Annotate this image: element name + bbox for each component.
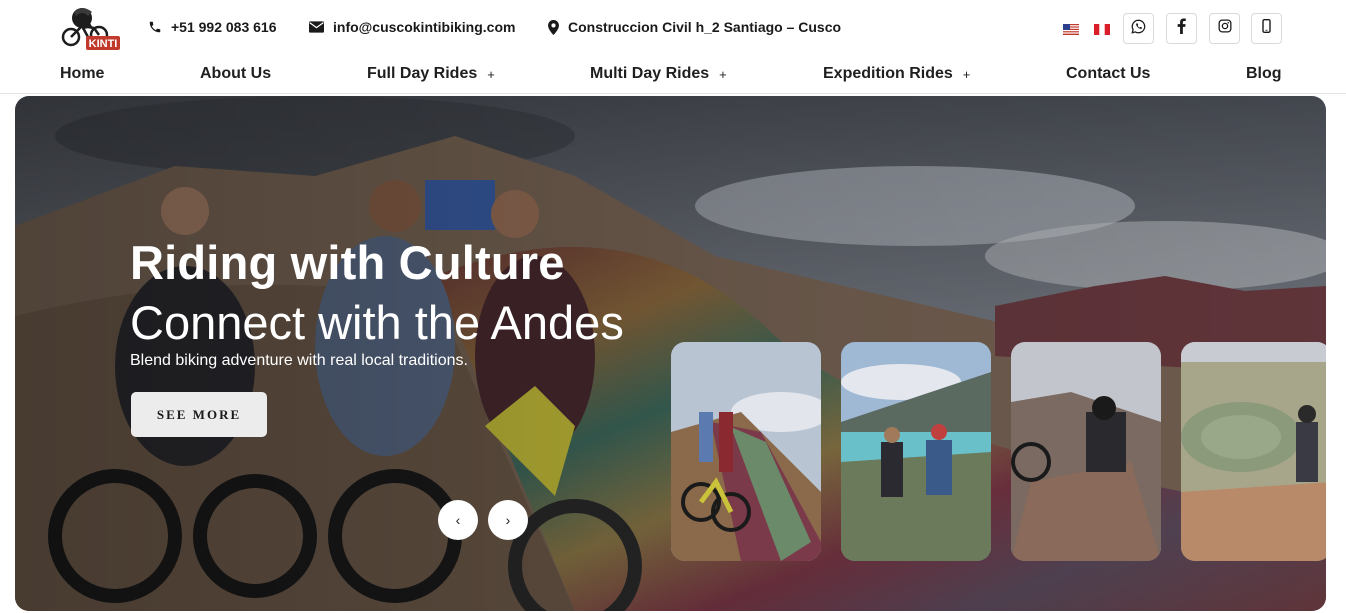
instagram-button[interactable] bbox=[1209, 13, 1240, 44]
top-bar: KINTI +51 992 083 616 info@cuscokintibik… bbox=[0, 0, 1346, 56]
header-address[interactable]: Construccion Civil h_2 Santiago – Cusco bbox=[548, 19, 841, 35]
slider-prev-button[interactable]: ‹ bbox=[438, 500, 478, 540]
email-address: info@cuscokintibiking.com bbox=[333, 19, 516, 35]
spanish-flag-icon[interactable] bbox=[1094, 22, 1110, 35]
instagram-icon bbox=[1218, 19, 1232, 38]
expand-plus-icon: + bbox=[962, 66, 971, 82]
chevron-left-icon: ‹ bbox=[455, 512, 461, 528]
nav-expedition-rides[interactable]: Expedition Rides + bbox=[823, 65, 970, 83]
hero-title-line2: Connect with the Andes bbox=[130, 296, 624, 349]
header-email[interactable]: info@cuscokintibiking.com bbox=[309, 19, 515, 35]
expand-plus-icon: + bbox=[487, 66, 495, 82]
hero-title-line1: Riding with Culture bbox=[130, 236, 565, 289]
english-flag-icon[interactable] bbox=[1063, 22, 1079, 35]
see-more-button[interactable]: SEE MORE bbox=[131, 392, 267, 437]
slide-thumbnail[interactable] bbox=[1011, 342, 1161, 561]
nav-label: Blog bbox=[1246, 65, 1282, 82]
phone-icon bbox=[148, 20, 162, 34]
nav-blog[interactable]: Blog bbox=[1246, 65, 1282, 83]
whatsapp-icon bbox=[1131, 19, 1146, 39]
expand-plus-icon: + bbox=[719, 66, 727, 82]
whatsapp-button[interactable] bbox=[1123, 13, 1154, 44]
chevron-right-icon: › bbox=[505, 512, 511, 528]
nav-home[interactable]: Home bbox=[60, 65, 104, 83]
site-logo[interactable]: KINTI bbox=[58, 4, 122, 52]
nav-multi-day-rides[interactable]: Multi Day Rides + bbox=[590, 65, 727, 83]
main-nav: Home About Us Full Day Rides + Multi Day … bbox=[0, 56, 1346, 94]
nav-full-day-rides[interactable]: Full Day Rides + bbox=[367, 65, 495, 83]
mobile-button[interactable] bbox=[1251, 13, 1282, 44]
address-text: Construccion Civil h_2 Santiago – Cusco bbox=[568, 19, 842, 35]
slide-thumbnail[interactable] bbox=[1181, 342, 1326, 561]
slide-thumbnail[interactable] bbox=[671, 342, 821, 561]
mobile-icon bbox=[1262, 19, 1271, 38]
nav-label: About Us bbox=[200, 65, 272, 82]
facebook-icon bbox=[1177, 18, 1186, 39]
map-pin-icon bbox=[548, 19, 559, 35]
slide-thumbnail[interactable] bbox=[841, 342, 991, 561]
phone-number: +51 992 083 616 bbox=[171, 19, 277, 35]
hero-subtitle: Blend biking adventure with real local t… bbox=[130, 352, 468, 369]
nav-label: Contact Us bbox=[1066, 65, 1151, 82]
nav-label: Multi Day Rides bbox=[590, 65, 710, 82]
nav-label: Full Day Rides bbox=[367, 65, 478, 82]
nav-about-us[interactable]: About Us bbox=[200, 65, 271, 83]
nav-label: Home bbox=[60, 65, 105, 82]
envelope-icon bbox=[309, 21, 324, 33]
logo-text: KINTI bbox=[89, 38, 118, 50]
header-phone[interactable]: +51 992 083 616 bbox=[148, 19, 277, 35]
facebook-button[interactable] bbox=[1166, 13, 1197, 44]
slider-next-button[interactable]: › bbox=[488, 500, 528, 540]
nav-label: Expedition Rides bbox=[823, 65, 953, 82]
nav-contact-us[interactable]: Contact Us bbox=[1066, 65, 1150, 83]
hero-slider: Riding with Culture Connect with the And… bbox=[15, 96, 1326, 611]
